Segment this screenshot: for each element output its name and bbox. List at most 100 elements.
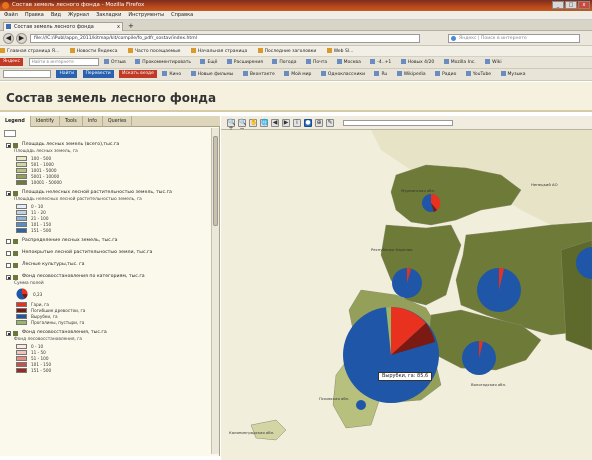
back-extent-icon[interactable]: ◀ (271, 119, 279, 127)
search-everywhere-button[interactable]: Искать везде (119, 69, 157, 78)
menu-help[interactable]: Справка (171, 11, 193, 19)
toolbar2-input[interactable] (3, 69, 51, 78)
legend-layer[interactable]: Площадь лесных земель (всего),тыс.га (4, 141, 209, 149)
layer-checkbox[interactable] (6, 251, 11, 256)
new-tab-button[interactable]: + (128, 22, 134, 30)
tab-tools[interactable]: Tools (60, 116, 83, 127)
toolbar-item[interactable]: Отзыв (104, 57, 126, 68)
yandex-toolbar: Яндекс Найти в интернете Отзыв Прокоммен… (0, 57, 592, 69)
tab-close-icon[interactable]: x (117, 23, 120, 31)
legend-class-label: 151 - 500 (31, 227, 52, 233)
minimize-button[interactable]: _ (552, 1, 564, 9)
layer-checkbox[interactable] (6, 263, 11, 268)
toolbar-item[interactable]: -4..+1 (370, 57, 391, 68)
toolbar-item[interactable]: Mozilla Inc. (444, 57, 476, 68)
toolbar-item[interactable]: Расширения (227, 57, 263, 68)
toolbar-link[interactable]: Вконтакте (243, 69, 275, 80)
layer-checkbox[interactable] (6, 331, 11, 336)
toolbar-link[interactable]: Одноклассники (321, 69, 365, 80)
maximize-button[interactable]: □ (565, 1, 577, 9)
browser-search-input[interactable]: Яндекс | Поиск в интернете (448, 34, 580, 43)
toolbar-item[interactable]: Прокомментировать (135, 57, 191, 68)
toolbar-link[interactable]: Кино (162, 69, 181, 80)
globe-icon[interactable]: 🌐 (260, 119, 268, 127)
pie-vologda[interactable] (462, 341, 496, 375)
menu-bookmarks[interactable]: Закладки (96, 11, 121, 19)
locate-icon[interactable]: ⊕ (315, 119, 323, 127)
pan-icon[interactable]: ✋ (249, 119, 257, 127)
tab-info[interactable]: Info (83, 116, 103, 127)
pie-murmansk[interactable] (422, 193, 441, 212)
layer-checkbox[interactable] (6, 191, 11, 196)
menu-edit[interactable]: Правка (25, 11, 44, 19)
close-window-button[interactable]: x (578, 1, 590, 9)
find-button[interactable]: Найти (56, 69, 78, 78)
measure-icon[interactable]: ✎ (326, 119, 334, 127)
toolbar-link[interactable]: Мой мир (284, 69, 311, 80)
layer-checkbox[interactable] (6, 143, 11, 148)
map-view[interactable]: Мурманская обл. Ненецкий АО Республика К… (221, 130, 592, 460)
scrollbar-thumb[interactable] (213, 136, 218, 226)
bookmark-item[interactable]: Часто посещаемые (128, 46, 181, 56)
menu-tools[interactable]: Инструменты (128, 11, 164, 19)
url-input[interactable]: file:///C:/iPubl/appn_2011/kitmap/kit/co… (30, 34, 420, 43)
legend-class-label: 151 - 500 (31, 367, 52, 373)
tab-identify[interactable]: Identify (31, 116, 60, 127)
legend-class-label: Вырубки, га (31, 313, 58, 319)
legend-layer[interactable]: Площадь нелесных лесной растительностью … (4, 189, 209, 197)
toolbar-item[interactable]: Ещё (200, 57, 217, 68)
toolbar-link[interactable]: YouTube (466, 69, 491, 80)
region-karelia[interactable] (380, 224, 462, 306)
forward-extent-icon[interactable]: ▶ (282, 119, 290, 127)
search-engine-icon (451, 36, 456, 41)
legend-layer[interactable]: Лесные культуры,тыс. га (4, 261, 209, 269)
yandex-search-input[interactable]: Найти в интернете (28, 57, 99, 66)
layer-icon (13, 263, 18, 268)
legend-swatch (16, 221, 27, 227)
zoom-in-icon[interactable]: 🔍+ (227, 119, 235, 132)
tab-queries[interactable]: Queries (103, 116, 133, 127)
bookmark-item[interactable]: Последние заголовки (258, 46, 317, 56)
legend-swatch (16, 167, 27, 173)
toolbar-link[interactable]: Музыка (501, 69, 526, 80)
layer-checkbox[interactable] (6, 239, 11, 244)
bookmark-item[interactable]: Начальная страница (191, 46, 247, 56)
toolbar-item[interactable]: Москва (337, 57, 361, 68)
menu-view[interactable]: Вид (51, 11, 61, 19)
legend-layer[interactable]: Распределение лесных земель, тыс.га (4, 237, 209, 245)
legend-class-label: 100 - 500 (31, 155, 52, 161)
browser-tab[interactable]: Состав земель лесного фонда x (3, 22, 123, 31)
pie-arkhangelsk[interactable] (477, 268, 521, 312)
legend-layer[interactable]: Непокрытые лесной растительностью земли,… (4, 249, 209, 257)
tab-legend[interactable]: Legend (0, 116, 31, 127)
layer-checkbox[interactable] (6, 275, 11, 280)
toolbar-link[interactable]: Wikipedia (397, 69, 426, 80)
pie-pskov[interactable] (356, 400, 366, 410)
toolbar-link[interactable]: Новые фильмы (191, 69, 234, 80)
legend-layer[interactable]: Фонд лесовосстановления, тыс.га (4, 329, 209, 337)
legend-layer[interactable]: Фонд лесовосстановления по категориям, т… (4, 273, 209, 281)
map-canvas[interactable] (221, 130, 592, 460)
menu-history[interactable]: Журнал (68, 11, 89, 19)
zoom-out-icon[interactable]: 🔍− (238, 119, 246, 132)
bookmark-item[interactable]: Новости Яндекса (70, 46, 118, 56)
yandex-logo[interactable]: Яндекс (0, 57, 24, 66)
pie-leningrad[interactable] (343, 307, 439, 403)
select-icon[interactable]: ● (304, 119, 312, 127)
toolbar-link[interactable]: Ru (374, 69, 387, 80)
bookmark-item[interactable]: Главная страница Я... (0, 46, 59, 56)
pie-karelia[interactable] (392, 268, 422, 298)
toolbar-item[interactable]: Новых 4/20 (401, 57, 435, 68)
back-button[interactable]: ◀ (3, 33, 14, 44)
identify-icon[interactable]: i (293, 119, 301, 127)
toolbar-link[interactable]: Радио (435, 69, 456, 80)
forward-button[interactable]: ▶ (16, 33, 27, 44)
legend-scrollbar[interactable] (211, 128, 219, 454)
toolbar-item[interactable]: Почта (306, 57, 327, 68)
legend-swatch (16, 161, 27, 167)
translate-button[interactable]: Перевести (82, 69, 114, 78)
toolbar-item[interactable]: Погода (272, 57, 296, 68)
menu-file[interactable]: Файл (4, 11, 18, 19)
bookmark-item[interactable]: Web Sl... (327, 46, 354, 56)
toolbar-item[interactable]: Wiki (485, 57, 501, 68)
